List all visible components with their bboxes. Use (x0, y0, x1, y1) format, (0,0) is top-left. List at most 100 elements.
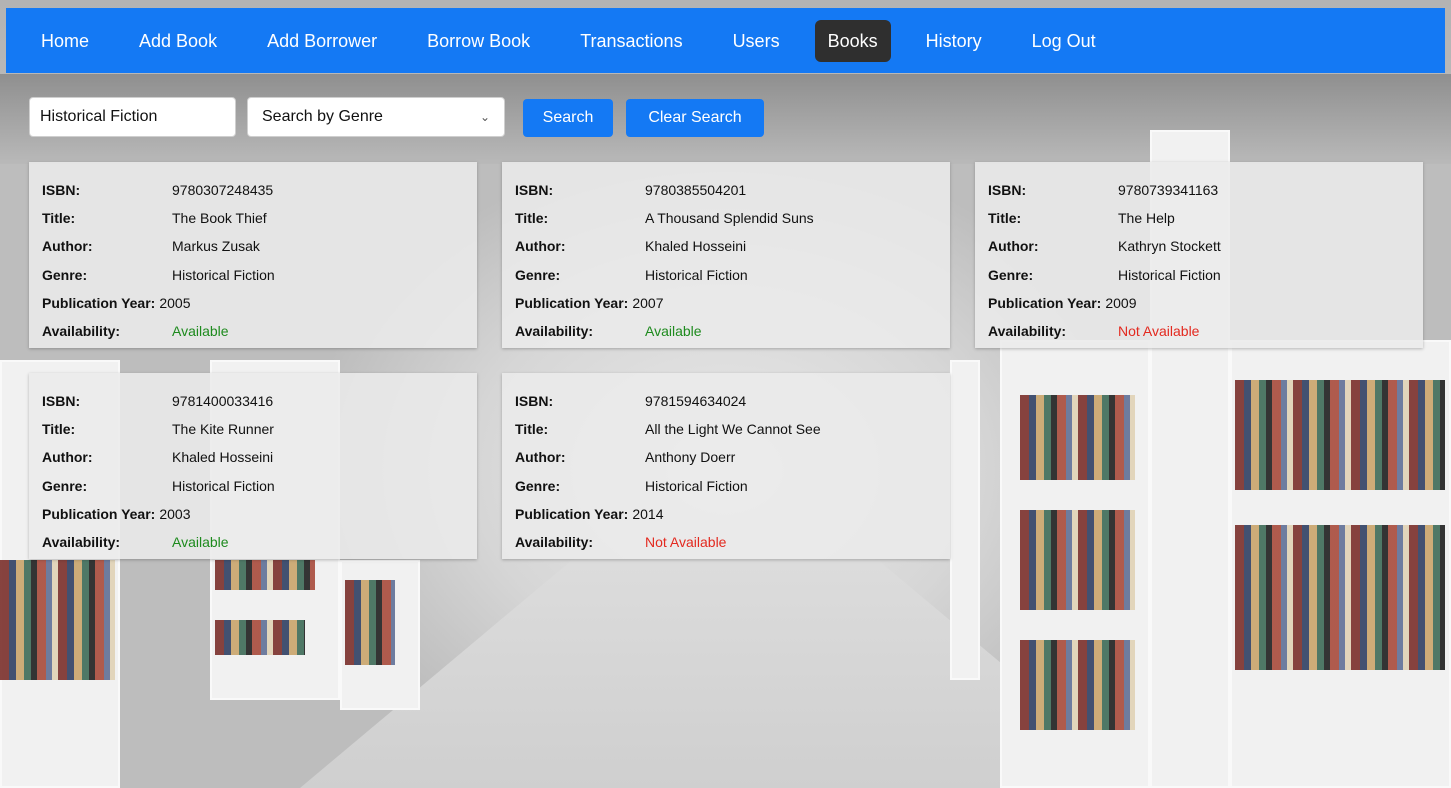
nav-home[interactable]: Home (28, 20, 102, 62)
book-publication-year-value: 2014 (632, 505, 664, 522)
book-availability-label: Availability: (42, 534, 121, 551)
book-genre-row: Genre: Historical Fiction (515, 472, 950, 500)
book-isbn-row: ISBN: 9781400033416 (42, 387, 477, 415)
nav-history[interactable]: History (913, 20, 995, 62)
book-author-row: Author: Markus Zusak (42, 232, 477, 260)
book-author-label: Author: (42, 238, 93, 255)
book-availability-value: Available (172, 323, 229, 340)
book-author-value: Khaled Hosseini (645, 238, 747, 255)
book-title-row: Title: The Kite Runner (42, 415, 477, 443)
book-publication-year-row: Publication Year: 2009 (988, 289, 1423, 317)
nav-add-book[interactable]: Add Book (126, 20, 230, 62)
book-publication-year-label: Publication Year: (42, 505, 156, 522)
book-title-label: Title: (42, 421, 76, 438)
book-author-label: Author: (515, 449, 566, 466)
search-input[interactable] (29, 97, 236, 137)
book-availability-value: Available (172, 534, 229, 551)
book-title-value: A Thousand Splendid Suns (645, 210, 814, 227)
book-author-row: Author: Khaled Hosseini (515, 232, 950, 260)
book-publication-year-value: 2009 (1105, 294, 1137, 311)
book-card: ISBN: 9780739341163 Title: The Help Author: K… (975, 162, 1423, 348)
search-type-selected: Search by Genre (262, 108, 383, 125)
background-books (1020, 640, 1135, 730)
book-isbn-value: 9780307248435 (172, 182, 274, 199)
book-isbn-value: 9780385504201 (645, 182, 747, 199)
book-publication-year-row: Publication Year: 2005 (42, 289, 477, 317)
book-title-row: Title: All the Light We Cannot See (515, 415, 950, 443)
book-author-row: Author: Khaled Hosseini (42, 443, 477, 471)
book-author-value: Anthony Doerr (645, 449, 736, 466)
book-card: ISBN: 9781400033416 Title: The Kite Runner A… (29, 373, 477, 559)
chevron-down-icon: ⌄ (479, 110, 490, 124)
book-genre-row: Genre: Historical Fiction (42, 472, 477, 500)
book-publication-year-value: 2005 (159, 294, 191, 311)
book-genre-row: Genre: Historical Fiction (988, 261, 1423, 289)
book-publication-year-label: Publication Year: (515, 505, 629, 522)
book-genre-value: Historical Fiction (172, 477, 275, 494)
book-card: ISBN: 9780385504201 Title: A Thousand Splen… (502, 162, 950, 348)
book-author-label: Author: (515, 238, 566, 255)
book-isbn-label: ISBN: (42, 182, 81, 199)
book-availability-row: Availability: Available (42, 317, 477, 345)
book-title-label: Title: (515, 421, 549, 438)
book-publication-year-row: Publication Year: 2014 (515, 500, 950, 528)
book-title-value: All the Light We Cannot See (645, 421, 821, 438)
background-books (215, 620, 305, 655)
book-isbn-row: ISBN: 9780307248435 (42, 176, 477, 204)
clear-search-button[interactable]: Clear Search (626, 99, 764, 137)
background-books (0, 560, 115, 680)
book-availability-row: Availability: Available (42, 528, 477, 556)
book-isbn-label: ISBN: (515, 393, 554, 410)
book-genre-row: Genre: Historical Fiction (515, 261, 950, 289)
nav-add-borrower[interactable]: Add Borrower (254, 20, 390, 62)
nav-transactions[interactable]: Transactions (567, 20, 695, 62)
background-shelf (950, 360, 980, 680)
book-publication-year-label: Publication Year: (42, 294, 156, 311)
background-books (215, 560, 315, 590)
book-availability-value: Not Available (645, 534, 727, 551)
book-availability-value: Available (645, 323, 702, 340)
book-isbn-label: ISBN: (515, 182, 554, 199)
book-isbn-value: 9780739341163 (1118, 182, 1219, 199)
nav-books[interactable]: Books (814, 19, 891, 62)
book-publication-year-row: Publication Year: 2003 (42, 500, 477, 528)
search-type-select[interactable]: Search by Genre ⌄ (247, 97, 505, 137)
book-genre-label: Genre: (515, 477, 561, 494)
book-title-value: The Help (1118, 210, 1175, 227)
book-title-row: Title: The Help (988, 204, 1423, 232)
search-button[interactable]: Search (523, 99, 613, 137)
book-isbn-value: 9781594634024 (645, 393, 747, 410)
book-title-row: Title: The Book Thief (42, 204, 477, 232)
book-genre-value: Historical Fiction (645, 266, 748, 283)
book-author-label: Author: (988, 238, 1039, 255)
book-genre-label: Genre: (515, 266, 561, 283)
background-books (345, 580, 395, 665)
nav-borrow-book[interactable]: Borrow Book (414, 20, 543, 62)
book-genre-value: Historical Fiction (1118, 266, 1221, 283)
book-genre-row: Genre: Historical Fiction (42, 261, 477, 289)
nav-log-out[interactable]: Log Out (1019, 20, 1109, 62)
book-isbn-label: ISBN: (988, 182, 1027, 199)
book-author-label: Author: (42, 449, 93, 466)
background-books (1235, 525, 1445, 670)
book-title-value: The Book Thief (172, 210, 267, 227)
background-books (1020, 510, 1135, 610)
book-card: ISBN: 9780307248435 Title: The Book Thief Au… (29, 162, 477, 348)
book-availability-row: Availability: Available (515, 317, 950, 345)
book-availability-row: Availability: Not Available (988, 317, 1423, 345)
book-title-label: Title: (988, 210, 1022, 227)
book-author-value: Khaled Hosseini (172, 449, 274, 466)
book-publication-year-row: Publication Year: 2007 (515, 289, 950, 317)
book-genre-label: Genre: (42, 266, 88, 283)
book-availability-value: Not Available (1118, 323, 1200, 340)
book-availability-label: Availability: (515, 323, 594, 340)
book-genre-label: Genre: (988, 266, 1034, 283)
book-isbn-row: ISBN: 9781594634024 (515, 387, 950, 415)
book-isbn-value: 9781400033416 (172, 393, 274, 410)
book-publication-year-label: Publication Year: (515, 294, 629, 311)
nav-users[interactable]: Users (720, 20, 793, 62)
book-publication-year-value: 2003 (159, 505, 191, 522)
top-navigation-bar: Home Add Book Add Borrower Borrow Book T… (6, 8, 1445, 73)
book-availability-row: Availability: Not Available (515, 528, 950, 556)
book-genre-value: Historical Fiction (172, 266, 275, 283)
